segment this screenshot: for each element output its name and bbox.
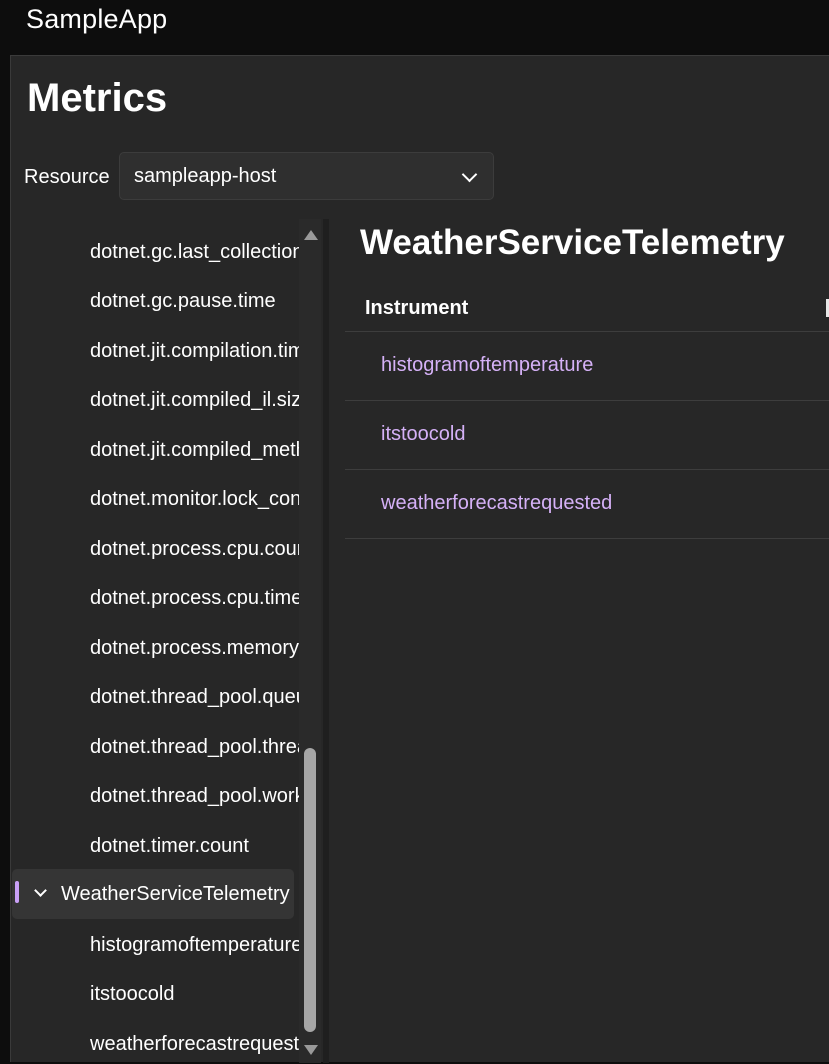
tree-item[interactable]: itstoocold	[90, 974, 300, 1014]
instrument-link[interactable]: itstoocold	[381, 423, 466, 446]
scroll-up-arrow-icon[interactable]	[304, 230, 318, 240]
column-header-instrument[interactable]: Instrument	[365, 297, 468, 320]
metrics-page: Metrics Resource sampleapp-host dotnet.g…	[10, 55, 829, 1064]
title-bar: SampleApp	[0, 0, 829, 55]
tree-group-weatherservicetelemetry[interactable]: WeatherServiceTelemetry	[12, 869, 294, 919]
metrics-tree: dotnet.gc.last_collection dotnet.gc.paus…	[11, 219, 301, 1064]
table-row: histogramoftemperature	[345, 332, 829, 401]
tree-item[interactable]: dotnet.jit.compiled_il.size	[90, 380, 300, 420]
scroll-thumb[interactable]	[304, 748, 316, 1032]
tree-item[interactable]: dotnet.gc.last_collection	[90, 232, 300, 272]
tree-item[interactable]: dotnet.thread_pool.thread	[90, 727, 300, 767]
tree-item[interactable]: dotnet.jit.compilation.time	[90, 331, 300, 371]
tree-group-label: WeatherServiceTelemetry	[61, 883, 290, 905]
tree-item[interactable]: dotnet.process.memory	[90, 628, 300, 668]
tree-item[interactable]: dotnet.monitor.lock_contentions	[90, 479, 300, 519]
tree-item[interactable]: dotnet.jit.compiled_methods	[90, 430, 300, 470]
tree-item[interactable]: dotnet.timer.count	[90, 826, 300, 866]
resource-select-value: sampleapp-host	[134, 165, 277, 187]
detail-title: WeatherServiceTelemetry	[360, 223, 785, 262]
detail-pane: WeatherServiceTelemetry Instrument histo…	[329, 219, 829, 1063]
instrument-link[interactable]: histogramoftemperature	[381, 354, 593, 377]
scroll-down-arrow-icon[interactable]	[304, 1045, 318, 1055]
page-title: Metrics	[27, 76, 168, 120]
tree-item[interactable]: dotnet.gc.pause.time	[90, 281, 300, 321]
table-row: weatherforecastrequested	[345, 470, 829, 539]
table-row: itstoocold	[345, 401, 829, 470]
tree-item[interactable]: dotnet.thread_pool.work	[90, 776, 300, 816]
chevron-down-icon[interactable]	[34, 884, 47, 897]
tree-item[interactable]: histogramoftemperature	[90, 925, 300, 965]
app-title: SampleApp	[26, 4, 168, 34]
tree-item[interactable]: dotnet.process.cpu.count	[90, 529, 300, 569]
selection-indicator	[15, 881, 19, 903]
resource-select[interactable]: sampleapp-host	[119, 152, 494, 200]
tree-item[interactable]: dotnet.thread_pool.queue	[90, 677, 300, 717]
tree-scrollbar[interactable]	[299, 219, 321, 1063]
chevron-down-icon	[461, 166, 478, 183]
resource-label: Resource	[24, 166, 110, 188]
table-header: Instrument	[345, 291, 829, 332]
instrument-link[interactable]: weatherforecastrequested	[381, 492, 612, 515]
tree-item[interactable]: dotnet.process.cpu.time	[90, 578, 300, 618]
tree-item[interactable]: weatherforecastrequested	[90, 1024, 300, 1064]
